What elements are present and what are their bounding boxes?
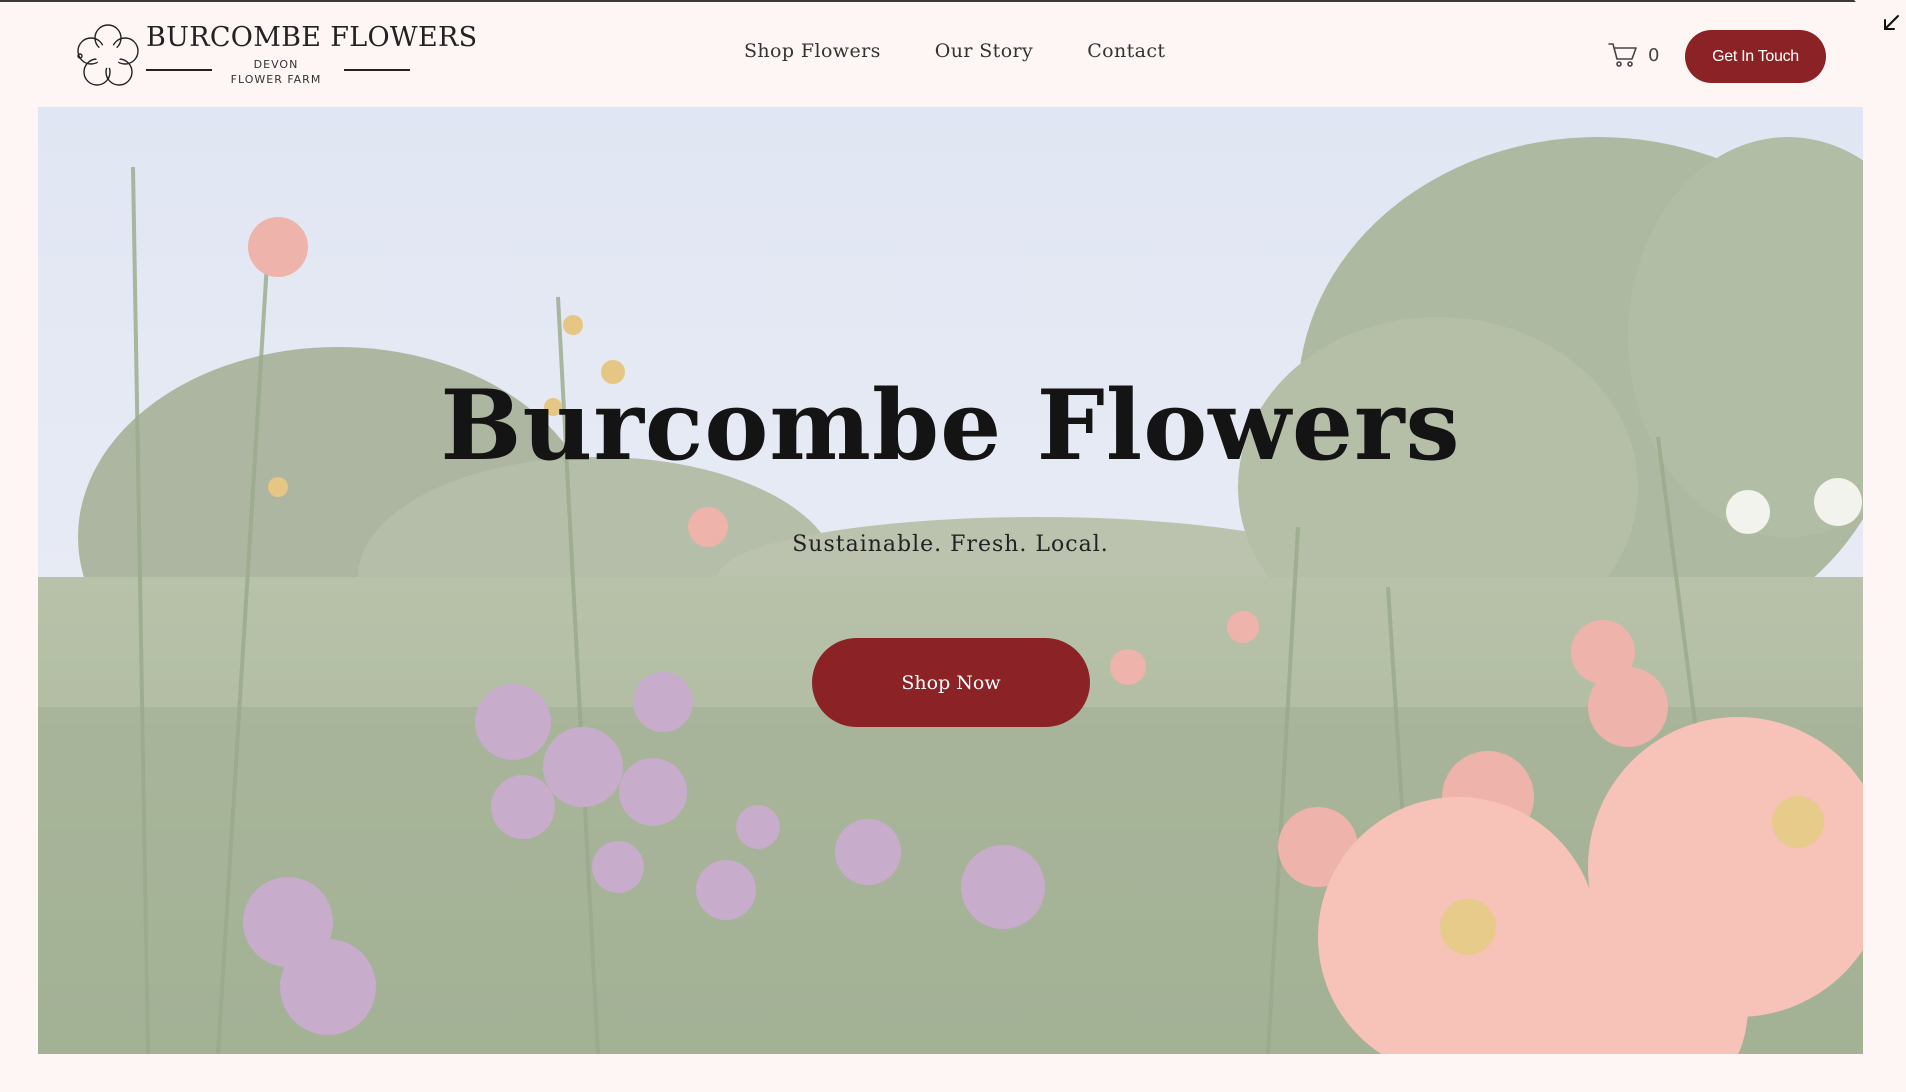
collapse-arrow-icon[interactable] [1880, 12, 1902, 34]
logo-rule-left [146, 69, 212, 71]
hero-banner: Burcombe Flowers Sustainable. Fresh. Loc… [38, 107, 1863, 1054]
cart-count: 0 [1648, 44, 1660, 66]
hero-title: Burcombe Flowers [440, 369, 1461, 482]
brand-subtitle-farm: FLOWER FARM [230, 73, 322, 86]
cart-button[interactable]: 0 [1608, 42, 1659, 68]
nav-our-story[interactable]: Our Story [935, 40, 1033, 62]
brand-subtitle-location: DEVON [253, 58, 299, 71]
nav-shop-flowers[interactable]: Shop Flowers [744, 40, 881, 62]
site-header: BURCOMBE FLOWERS DEVON FLOWER FARM Shop … [0, 2, 1906, 106]
hero-image-overlay [38, 107, 1863, 1054]
flower-logo-icon [77, 24, 139, 86]
shop-now-button[interactable]: Shop Now [812, 638, 1090, 727]
logo-rule-right [344, 69, 410, 71]
main-nav: Shop Flowers Our Story Contact [744, 40, 1165, 62]
hero-subtitle: Sustainable. Fresh. Local. [792, 532, 1109, 557]
cart-icon [1608, 43, 1637, 67]
brand-name: BURCOMBE FLOWERS [146, 22, 478, 53]
nav-contact[interactable]: Contact [1087, 40, 1165, 62]
get-in-touch-button[interactable]: Get In Touch [1685, 30, 1826, 83]
brand-logo[interactable]: BURCOMBE FLOWERS DEVON FLOWER FARM [74, 20, 477, 92]
